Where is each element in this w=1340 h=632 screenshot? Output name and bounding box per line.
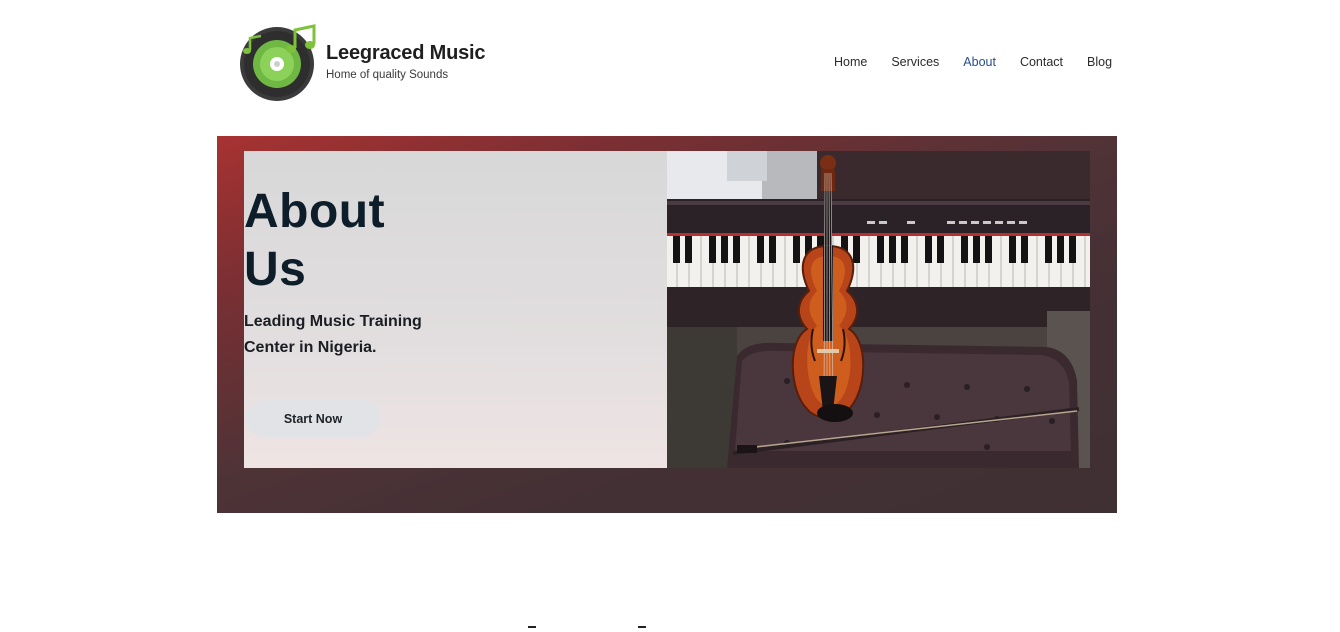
brand-name[interactable]: Leegraced Music	[326, 42, 485, 65]
main-nav: Home Services About Contact Blog	[834, 55, 1112, 69]
nav-item-about[interactable]: About	[963, 55, 996, 69]
start-now-button[interactable]: Start Now	[246, 400, 380, 437]
hero-text-panel: About Us Leading Music Training Center i…	[244, 151, 667, 468]
page: Leegraced Music Home of quality Sounds H…	[0, 0, 1340, 632]
hero-title-line-2: Us	[244, 243, 307, 296]
nav-item-contact[interactable]: Contact	[1020, 55, 1063, 69]
hero-title: About Us	[244, 183, 385, 299]
hero-subtitle-line-2: Center in Nigeria.	[244, 339, 377, 356]
hero-subtitle: Leading Music Training Center in Nigeria…	[244, 309, 444, 361]
hero-subtitle-line-1: Leading Music Training	[244, 313, 422, 330]
nav-item-home[interactable]: Home	[834, 55, 867, 69]
site-header: Leegraced Music Home of quality Sounds H…	[0, 0, 1340, 125]
bottom-decoration-left	[528, 626, 536, 632]
hero-title-line-1: About	[244, 185, 386, 238]
nav-item-services[interactable]: Services	[891, 55, 939, 69]
violin-piano-photo-icon	[667, 151, 1090, 468]
nav-item-blog[interactable]: Blog	[1087, 55, 1112, 69]
hero-section: About Us Leading Music Training Center i…	[217, 136, 1117, 513]
brand-tagline: Home of quality Sounds	[326, 69, 449, 81]
music-disc-logo-icon[interactable]	[239, 24, 317, 102]
bottom-decoration-right	[638, 626, 646, 632]
